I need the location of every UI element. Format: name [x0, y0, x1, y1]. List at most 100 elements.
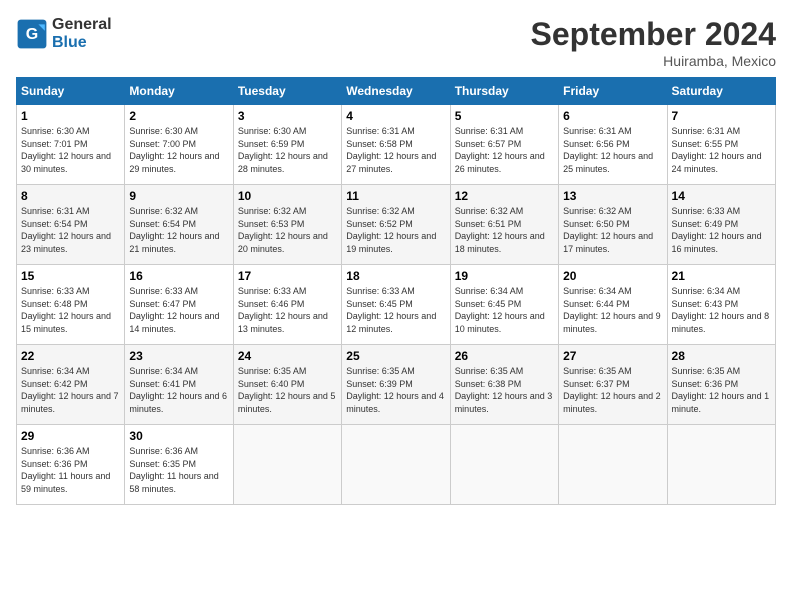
day-info: Sunrise: 6:30 AMSunset: 7:00 PMDaylight:… — [129, 126, 219, 174]
day-number: 17 — [238, 269, 337, 283]
col-header-saturday: Saturday — [667, 78, 775, 105]
day-info: Sunrise: 6:31 AMSunset: 6:58 PMDaylight:… — [346, 126, 436, 174]
col-header-tuesday: Tuesday — [233, 78, 341, 105]
week-row-1: 1Sunrise: 6:30 AMSunset: 7:01 PMDaylight… — [17, 105, 776, 185]
calendar-cell: 4 Sunrise: 6:31 AMSunset: 6:58 PMDaylight… — [342, 105, 450, 185]
col-header-thursday: Thursday — [450, 78, 558, 105]
page-header: G GeneralBlue September 2024 Huiramba, M… — [16, 16, 776, 69]
location: Huiramba, Mexico — [531, 53, 776, 69]
day-number: 3 — [238, 109, 337, 123]
calendar-cell: 13 Sunrise: 6:32 AMSunset: 6:50 PMDayligh… — [559, 185, 667, 265]
calendar-cell — [342, 425, 450, 505]
day-number: 15 — [21, 269, 120, 283]
calendar-header-row: SundayMondayTuesdayWednesdayThursdayFrid… — [17, 78, 776, 105]
day-number: 18 — [346, 269, 445, 283]
day-info: Sunrise: 6:32 AMSunset: 6:51 PMDaylight:… — [455, 206, 545, 254]
day-number: 26 — [455, 349, 554, 363]
col-header-wednesday: Wednesday — [342, 78, 450, 105]
day-number: 24 — [238, 349, 337, 363]
day-info: Sunrise: 6:35 AMSunset: 6:39 PMDaylight:… — [346, 366, 444, 414]
calendar-cell — [233, 425, 341, 505]
calendar-cell: 22 Sunrise: 6:34 AMSunset: 6:42 PMDayligh… — [17, 345, 125, 425]
day-info: Sunrise: 6:34 AMSunset: 6:45 PMDaylight:… — [455, 286, 545, 334]
day-info: Sunrise: 6:31 AMSunset: 6:56 PMDaylight:… — [563, 126, 653, 174]
day-number: 19 — [455, 269, 554, 283]
calendar-cell — [450, 425, 558, 505]
day-number: 27 — [563, 349, 662, 363]
day-info: Sunrise: 6:34 AMSunset: 6:41 PMDaylight:… — [129, 366, 227, 414]
calendar-table: SundayMondayTuesdayWednesdayThursdayFrid… — [16, 77, 776, 505]
day-info: Sunrise: 6:33 AMSunset: 6:48 PMDaylight:… — [21, 286, 111, 334]
calendar-cell: 8 Sunrise: 6:31 AMSunset: 6:54 PMDaylight… — [17, 185, 125, 265]
week-row-5: 29Sunrise: 6:36 AMSunset: 6:36 PMDayligh… — [17, 425, 776, 505]
logo-text: GeneralBlue — [52, 16, 112, 52]
day-info: Sunrise: 6:35 AMSunset: 6:36 PMDaylight:… — [672, 366, 770, 414]
calendar-cell: 12 Sunrise: 6:32 AMSunset: 6:51 PMDayligh… — [450, 185, 558, 265]
calendar-cell: 7 Sunrise: 6:31 AMSunset: 6:55 PMDaylight… — [667, 105, 775, 185]
day-info: Sunrise: 6:35 AMSunset: 6:38 PMDaylight:… — [455, 366, 553, 414]
day-number: 16 — [129, 269, 228, 283]
day-info: Sunrise: 6:33 AMSunset: 6:45 PMDaylight:… — [346, 286, 436, 334]
calendar-cell: 3 Sunrise: 6:30 AMSunset: 6:59 PMDaylight… — [233, 105, 341, 185]
day-number: 1 — [21, 109, 120, 123]
day-number: 5 — [455, 109, 554, 123]
day-info: Sunrise: 6:32 AMSunset: 6:53 PMDaylight:… — [238, 206, 328, 254]
calendar-cell: 16 Sunrise: 6:33 AMSunset: 6:47 PMDayligh… — [125, 265, 233, 345]
calendar-cell: 9 Sunrise: 6:32 AMSunset: 6:54 PMDaylight… — [125, 185, 233, 265]
day-info: Sunrise: 6:31 AMSunset: 6:54 PMDaylight:… — [21, 206, 111, 254]
day-number: 23 — [129, 349, 228, 363]
month-title: September 2024 — [531, 16, 776, 53]
day-number: 9 — [129, 189, 228, 203]
calendar-cell: 18 Sunrise: 6:33 AMSunset: 6:45 PMDayligh… — [342, 265, 450, 345]
calendar-cell — [559, 425, 667, 505]
day-info: Sunrise: 6:32 AMSunset: 6:54 PMDaylight:… — [129, 206, 219, 254]
day-number: 12 — [455, 189, 554, 203]
day-info: Sunrise: 6:31 AMSunset: 6:57 PMDaylight:… — [455, 126, 545, 174]
day-number: 10 — [238, 189, 337, 203]
day-number: 22 — [21, 349, 120, 363]
calendar-cell: 20 Sunrise: 6:34 AMSunset: 6:44 PMDayligh… — [559, 265, 667, 345]
calendar-cell: 6 Sunrise: 6:31 AMSunset: 6:56 PMDaylight… — [559, 105, 667, 185]
day-number: 20 — [563, 269, 662, 283]
calendar-cell: 2Sunrise: 6:30 AMSunset: 7:00 PMDaylight… — [125, 105, 233, 185]
day-number: 6 — [563, 109, 662, 123]
day-info: Sunrise: 6:34 AMSunset: 6:43 PMDaylight:… — [672, 286, 770, 334]
calendar-cell: 21Sunrise: 6:34 AMSunset: 6:43 PMDayligh… — [667, 265, 775, 345]
calendar-cell: 27Sunrise: 6:35 AMSunset: 6:37 PMDayligh… — [559, 345, 667, 425]
week-row-2: 8 Sunrise: 6:31 AMSunset: 6:54 PMDaylight… — [17, 185, 776, 265]
calendar-cell: 15 Sunrise: 6:33 AMSunset: 6:48 PMDayligh… — [17, 265, 125, 345]
day-number: 30 — [129, 429, 228, 443]
calendar-cell: 10 Sunrise: 6:32 AMSunset: 6:53 PMDayligh… — [233, 185, 341, 265]
calendar-cell: 28Sunrise: 6:35 AMSunset: 6:36 PMDayligh… — [667, 345, 775, 425]
day-number: 8 — [21, 189, 120, 203]
calendar-cell: 29Sunrise: 6:36 AMSunset: 6:36 PMDayligh… — [17, 425, 125, 505]
day-info: Sunrise: 6:34 AMSunset: 6:42 PMDaylight:… — [21, 366, 119, 414]
day-info: Sunrise: 6:33 AMSunset: 6:49 PMDaylight:… — [672, 206, 762, 254]
day-info: Sunrise: 6:30 AMSunset: 6:59 PMDaylight:… — [238, 126, 328, 174]
calendar-cell: 14Sunrise: 6:33 AMSunset: 6:49 PMDayligh… — [667, 185, 775, 265]
week-row-3: 15 Sunrise: 6:33 AMSunset: 6:48 PMDayligh… — [17, 265, 776, 345]
day-info: Sunrise: 6:33 AMSunset: 6:47 PMDaylight:… — [129, 286, 219, 334]
day-info: Sunrise: 6:36 AMSunset: 6:35 PMDaylight:… — [129, 446, 218, 494]
day-info: Sunrise: 6:36 AMSunset: 6:36 PMDaylight:… — [21, 446, 110, 494]
svg-text:G: G — [26, 26, 38, 43]
logo: G GeneralBlue — [16, 16, 112, 52]
col-header-monday: Monday — [125, 78, 233, 105]
title-area: September 2024 Huiramba, Mexico — [531, 16, 776, 69]
col-header-sunday: Sunday — [17, 78, 125, 105]
calendar-cell: 11Sunrise: 6:32 AMSunset: 6:52 PMDayligh… — [342, 185, 450, 265]
day-info: Sunrise: 6:33 AMSunset: 6:46 PMDaylight:… — [238, 286, 328, 334]
week-row-4: 22 Sunrise: 6:34 AMSunset: 6:42 PMDayligh… — [17, 345, 776, 425]
day-number: 13 — [563, 189, 662, 203]
calendar-cell: 24 Sunrise: 6:35 AMSunset: 6:40 PMDayligh… — [233, 345, 341, 425]
calendar-cell: 19 Sunrise: 6:34 AMSunset: 6:45 PMDayligh… — [450, 265, 558, 345]
day-info: Sunrise: 6:35 AMSunset: 6:40 PMDaylight:… — [238, 366, 336, 414]
calendar-cell: 1Sunrise: 6:30 AMSunset: 7:01 PMDaylight… — [17, 105, 125, 185]
day-info: Sunrise: 6:32 AMSunset: 6:50 PMDaylight:… — [563, 206, 653, 254]
col-header-friday: Friday — [559, 78, 667, 105]
day-number: 7 — [672, 109, 771, 123]
day-info: Sunrise: 6:34 AMSunset: 6:44 PMDaylight:… — [563, 286, 661, 334]
day-number: 4 — [346, 109, 445, 123]
calendar-cell: 5 Sunrise: 6:31 AMSunset: 6:57 PMDaylight… — [450, 105, 558, 185]
day-info: Sunrise: 6:31 AMSunset: 6:55 PMDaylight:… — [672, 126, 762, 174]
